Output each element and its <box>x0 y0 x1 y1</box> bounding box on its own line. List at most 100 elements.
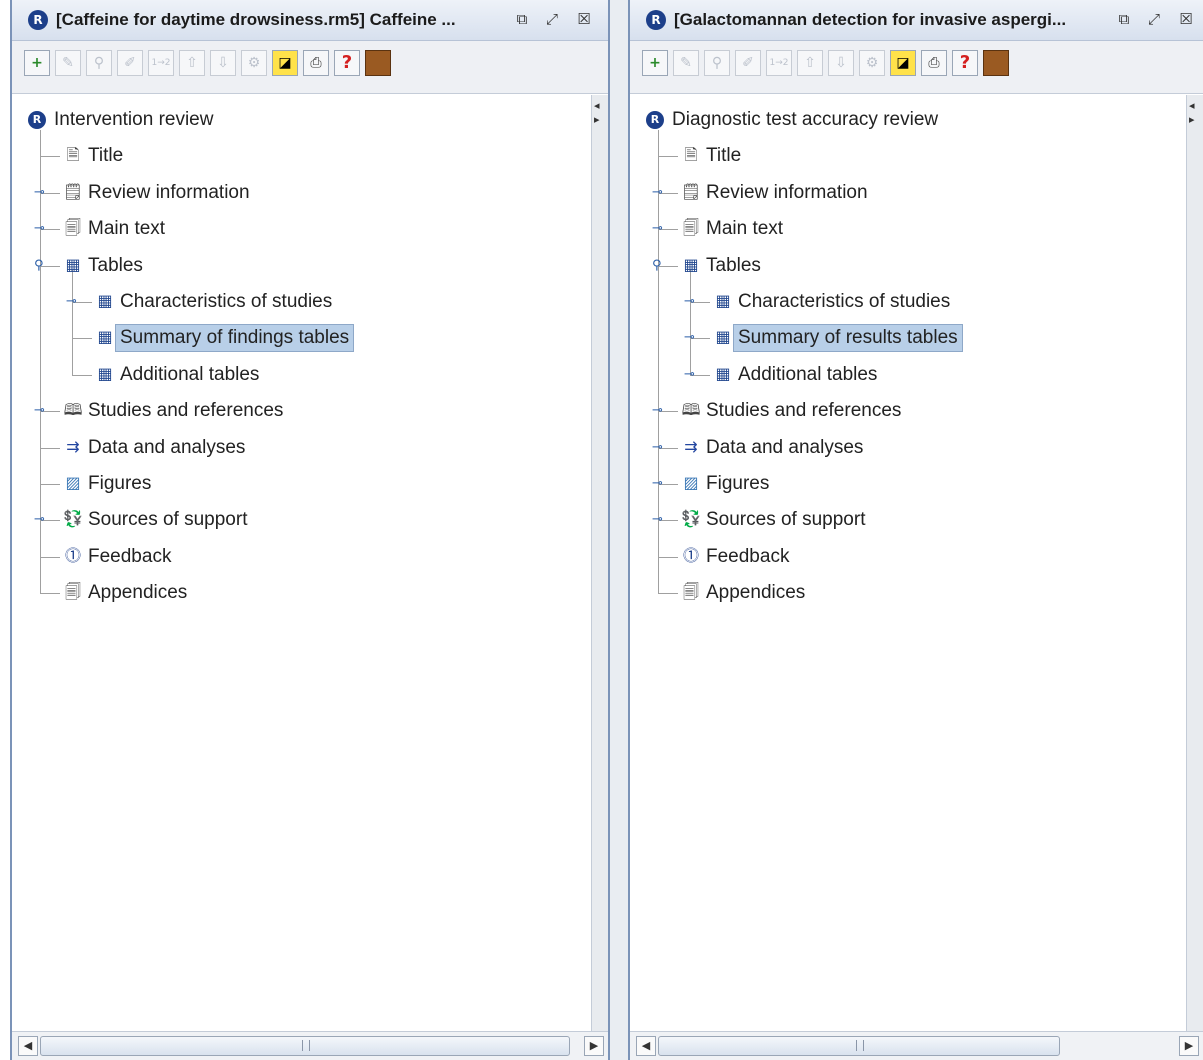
window-titlebar[interactable]: R [Caffeine for daytime drowsiness.rm5] … <box>12 0 608 41</box>
scroll-thumb[interactable] <box>40 1036 570 1056</box>
tree-node[interactable]: ⊸ 🗐 Main text <box>630 212 1185 248</box>
tree-node-label[interactable]: Characteristics of studies <box>738 291 950 313</box>
tree-expand-handle-icon[interactable]: ⊸ <box>652 404 663 417</box>
tree-node-label[interactable]: Diagnostic test accuracy review <box>672 109 938 131</box>
tools-icon[interactable]: ⚙ <box>859 50 885 76</box>
find-icon[interactable]: ⚲ <box>704 50 730 76</box>
tree-node[interactable]: 🗐 Appendices <box>630 576 1185 612</box>
help-icon[interactable]: ? <box>334 50 360 76</box>
vertical-scrollbar[interactable]: ◂ ▸ <box>591 95 608 1032</box>
tree-node[interactable]: R Intervention review <box>12 103 590 139</box>
tree-node-label[interactable]: Data and analyses <box>88 437 245 459</box>
tree-node-label[interactable]: Review information <box>706 182 868 204</box>
tree-node-label[interactable]: Feedback <box>706 546 789 568</box>
note-icon[interactable]: ◪ <box>272 50 298 76</box>
scroll-up-icon[interactable]: ◂ <box>594 99 600 112</box>
tree-expand-handle-icon[interactable]: ⊸ <box>34 186 45 199</box>
scroll-left-button[interactable]: ◀ <box>18 1036 38 1056</box>
move-up-icon[interactable]: ⇧ <box>179 50 205 76</box>
scroll-right-button[interactable]: ▶ <box>1179 1036 1199 1056</box>
tree-node[interactable]: ⊸ ⇉ Data and analyses <box>630 431 1185 467</box>
restore-icon[interactable]: ⧉ <box>1114 9 1134 29</box>
scroll-thumb[interactable] <box>658 1036 1060 1056</box>
note-icon[interactable]: ◪ <box>890 50 916 76</box>
sort-icon[interactable]: 1→2 <box>148 50 174 76</box>
tree-node-label[interactable]: Data and analyses <box>706 437 863 459</box>
tree-expand-handle-icon[interactable]: ⊸ <box>684 368 695 381</box>
tree-node-label[interactable]: Figures <box>706 473 769 495</box>
close-icon[interactable]: ☒ <box>574 9 594 29</box>
move-down-icon[interactable]: ⇩ <box>210 50 236 76</box>
window-titlebar[interactable]: R [Galactomannan detection for invasive … <box>630 0 1203 41</box>
tree-node-label[interactable]: Additional tables <box>738 364 877 386</box>
tree-node-label[interactable]: Review information <box>88 182 250 204</box>
maximize-icon[interactable]: ⤢ <box>1144 9 1164 29</box>
tree-expand-handle-icon[interactable]: ⊸ <box>34 222 45 235</box>
tree-node-label[interactable]: Feedback <box>88 546 171 568</box>
tree-node-label[interactable]: Summary of results tables <box>733 324 963 353</box>
tree-node[interactable]: 🗎 Title <box>630 139 1185 175</box>
tree-node-label[interactable]: Characteristics of studies <box>120 291 332 313</box>
vertical-scrollbar[interactable]: ◂ ▸ <box>1186 95 1203 1032</box>
tree-expand-handle-icon[interactable]: ⊸ <box>34 513 45 526</box>
tree-node[interactable]: ⊸ 💱 Sources of support <box>630 503 1185 539</box>
move-up-icon[interactable]: ⇧ <box>797 50 823 76</box>
tree-node[interactable]: ⊸ ▦ Characteristics of studies <box>12 285 590 321</box>
tree-node-label[interactable]: Main text <box>706 218 783 240</box>
tree-node[interactable]: ⊸ 🕮 Studies and references <box>630 394 1185 430</box>
tree-node[interactable]: ⊸ ▦ Summary of results tables <box>630 321 1185 357</box>
tree-expand-handle-icon[interactable]: ⊸ <box>652 222 663 235</box>
tree-node-label[interactable]: Studies and references <box>706 400 901 422</box>
tree-node[interactable]: ▦ Summary of findings tables <box>12 321 590 357</box>
tree-node[interactable]: 🗐 Appendices <box>12 576 590 612</box>
tree-node-label[interactable]: Tables <box>88 255 143 277</box>
tree-node[interactable]: ▦ Additional tables <box>12 358 590 394</box>
tree-node-label[interactable]: Appendices <box>88 582 187 604</box>
tree-node-label[interactable]: Figures <box>88 473 151 495</box>
handbook-icon[interactable] <box>365 50 391 76</box>
tree-collapse-handle-icon[interactable]: ⚲ <box>34 259 44 272</box>
tree-node-label[interactable]: Summary of findings tables <box>115 324 355 353</box>
tree-expand-handle-icon[interactable]: ⊸ <box>66 295 77 308</box>
tree-expand-handle-icon[interactable]: ⊸ <box>652 477 663 490</box>
tree-node[interactable]: ⊸ ▨ Figures <box>630 467 1185 503</box>
move-down-icon[interactable]: ⇩ <box>828 50 854 76</box>
edit-text-icon[interactable]: ✐ <box>117 50 143 76</box>
tree-node[interactable]: ⊸ 🗒 Review information <box>12 176 590 212</box>
tree-node-label[interactable]: Additional tables <box>120 364 259 386</box>
tree-expand-handle-icon[interactable]: ⊸ <box>34 404 45 417</box>
add-section-icon[interactable]: + <box>642 50 668 76</box>
tree-node-label[interactable]: Intervention review <box>54 109 213 131</box>
horizontal-scrollbar[interactable]: ◀ ▶ <box>630 1031 1203 1060</box>
edit-properties-icon[interactable]: ✎ <box>55 50 81 76</box>
tree-node[interactable]: R Diagnostic test accuracy review <box>630 103 1185 139</box>
tree-node[interactable]: ⊸ 🗒 Review information <box>630 176 1185 212</box>
tree-collapse-handle-icon[interactable]: ⚲ <box>652 259 662 272</box>
tree-node-label[interactable]: Title <box>88 145 123 167</box>
add-section-icon[interactable]: + <box>24 50 50 76</box>
tree-node[interactable]: ⊸ 🗐 Main text <box>12 212 590 248</box>
tree-expand-handle-icon[interactable]: ⊸ <box>652 186 663 199</box>
tree-node-label[interactable]: Main text <box>88 218 165 240</box>
tree-node[interactable]: ⚲ ▦ Tables <box>12 249 590 285</box>
print-icon[interactable]: ⎙ <box>921 50 947 76</box>
horizontal-scrollbar[interactable]: ◀ ▶ <box>12 1031 608 1060</box>
tree-expand-handle-icon[interactable]: ⊸ <box>652 441 663 454</box>
tree-node-label[interactable]: Sources of support <box>706 509 865 531</box>
scroll-down-icon[interactable]: ▸ <box>1189 113 1195 126</box>
scroll-up-icon[interactable]: ◂ <box>1189 99 1195 112</box>
scroll-left-button[interactable]: ◀ <box>636 1036 656 1056</box>
close-icon[interactable]: ☒ <box>1176 9 1196 29</box>
tree-node[interactable]: 🗎 Title <box>12 139 590 175</box>
find-icon[interactable]: ⚲ <box>86 50 112 76</box>
tree-node[interactable]: ⚲ ▦ Tables <box>630 249 1185 285</box>
tree-node[interactable]: ⊸ 💱 Sources of support <box>12 503 590 539</box>
tree-node[interactable]: ⓵ Feedback <box>630 540 1185 576</box>
tree-node[interactable]: ⊸ ▦ Characteristics of studies <box>630 285 1185 321</box>
tree-node-label[interactable]: Tables <box>706 255 761 277</box>
edit-text-icon[interactable]: ✐ <box>735 50 761 76</box>
tree-node[interactable]: ⇉ Data and analyses <box>12 431 590 467</box>
tree-node[interactable]: ⊸ 🕮 Studies and references <box>12 394 590 430</box>
help-icon[interactable]: ? <box>952 50 978 76</box>
tools-icon[interactable]: ⚙ <box>241 50 267 76</box>
